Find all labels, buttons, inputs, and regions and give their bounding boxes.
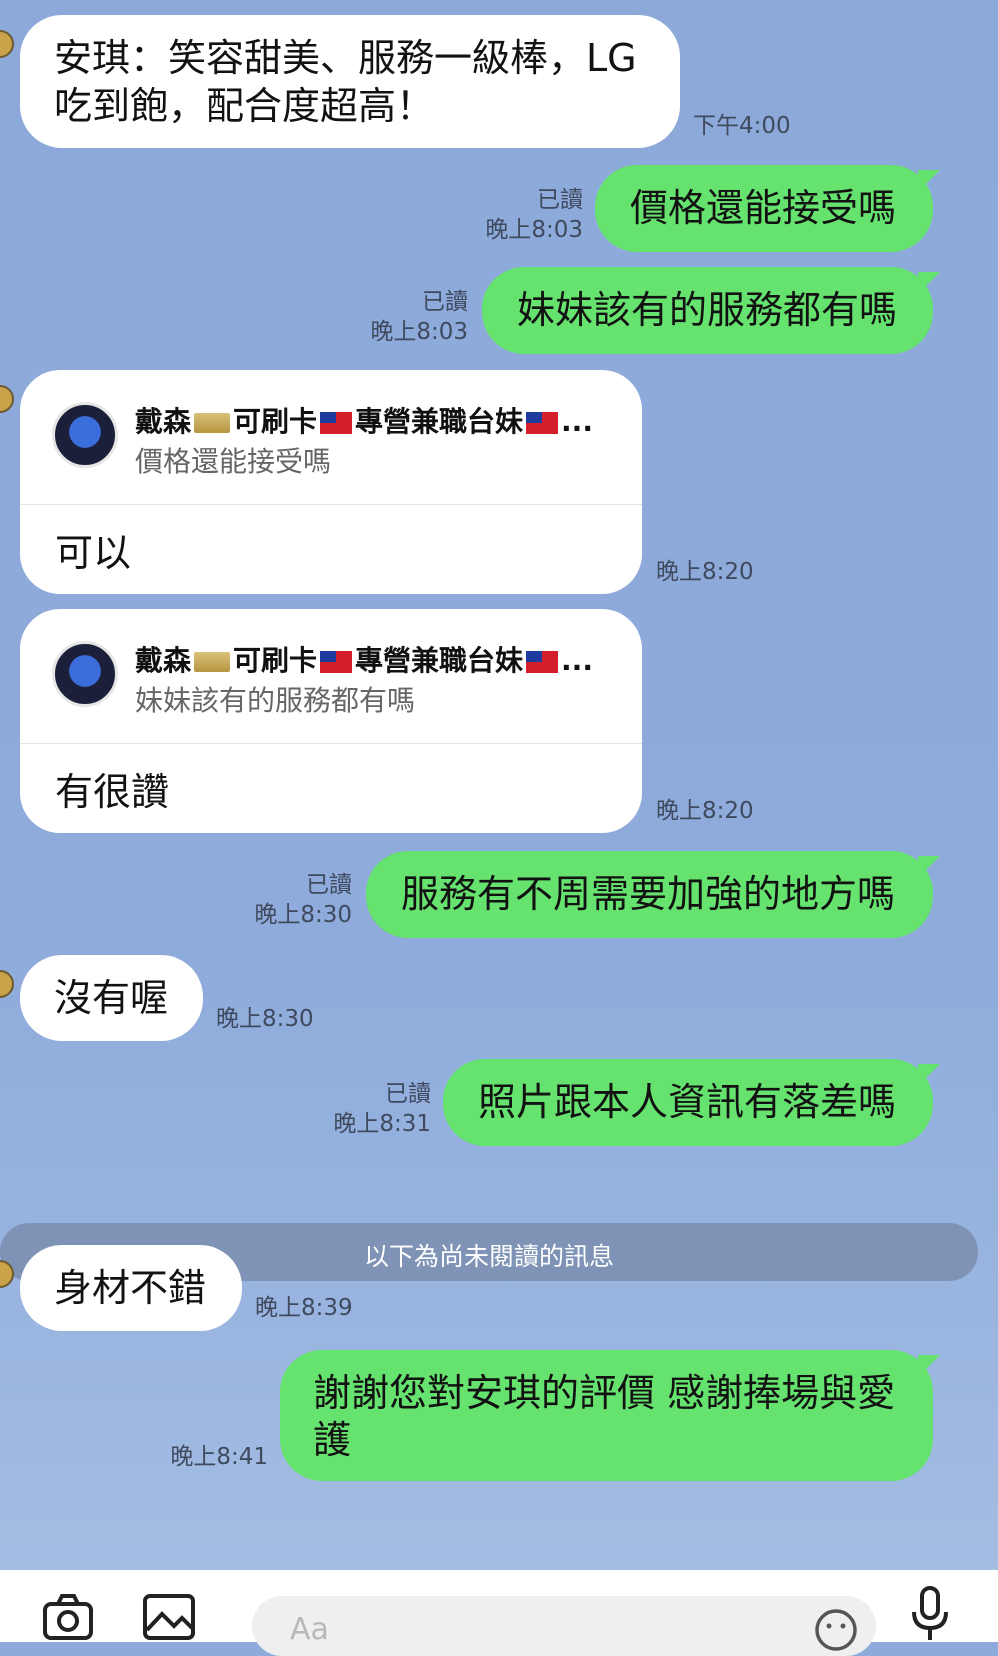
quoted-sender-avatar [52, 641, 118, 707]
message-text: 身材不錯 [54, 1266, 207, 1310]
quoted-message[interactable]: 戴森 可刷卡 專營兼職台妹... 妹妹該有的服務都有嗎 [20, 609, 642, 744]
quoted-sender-name: 戴森 可刷卡 專營兼職台妹... [135, 644, 593, 677]
credit-card-icon [194, 413, 231, 433]
chat-area[interactable]: 安琪：笑容甜美、服務一級棒，LG 吃到飽，配合度超高！ 下午4:00 已讀 晚上… [0, 0, 998, 1570]
quoted-message[interactable]: 戴森 可刷卡 專營兼職台妹... 價格還能接受嗎 [20, 370, 642, 505]
message-text: 沒有喔 [54, 976, 169, 1020]
read-receipt: 已讀 晚上8:30 [244, 871, 352, 931]
message-text-line: 吃到飽，配合度超高！ [54, 84, 435, 128]
message-text-line: 護 [313, 1418, 352, 1462]
credit-card-icon [194, 652, 231, 672]
message-text: 妹妹該有的服務都有嗎 [517, 288, 898, 332]
message-text: 有很讚 [55, 770, 170, 814]
message-text: 服務有不周需要加強的地方嗎 [401, 872, 896, 916]
incoming-bubble[interactable]: 身材不錯 [20, 1245, 242, 1331]
sender-avatar[interactable] [0, 30, 14, 58]
sender-avatar[interactable] [0, 385, 14, 413]
image-icon[interactable] [142, 1590, 196, 1646]
bubble-tail [918, 856, 940, 878]
camera-icon[interactable] [42, 1590, 94, 1646]
outgoing-bubble[interactable]: 謝謝您對安琪的評價 感謝捧場與愛 護 [280, 1350, 933, 1481]
incoming-bubble[interactable]: 安琪：笑容甜美、服務一級棒，LG 吃到飽，配合度超高！ [20, 15, 680, 148]
read-status: 已讀 [385, 1081, 431, 1107]
taiwan-flag-icon [320, 412, 353, 434]
quoted-text: 價格還能接受嗎 [135, 445, 332, 478]
read-receipt: 已讀 晚上8:31 [323, 1080, 431, 1140]
reply-bubble[interactable]: 戴森 可刷卡 專營兼職台妹... 價格還能接受嗎 可以 [20, 370, 642, 594]
message-time: 晚上8:30 [254, 901, 352, 928]
message-text: 可以 [55, 531, 132, 575]
outgoing-bubble[interactable]: 妹妹該有的服務都有嗎 [482, 267, 933, 354]
message-time: 晚上8:20 [656, 798, 754, 824]
message-text: 照片跟本人資訊有落差嗎 [478, 1080, 897, 1124]
quoted-text: 妹妹該有的服務都有嗎 [135, 684, 416, 717]
message-time: 晚上8:31 [333, 1110, 431, 1137]
taiwan-flag-icon [320, 651, 353, 673]
message-time: 晚上8:20 [656, 559, 754, 585]
bubble-tail [918, 272, 940, 294]
microphone-icon[interactable] [910, 1586, 950, 1646]
emoji-icon[interactable] [814, 1608, 858, 1656]
message-input[interactable]: Aa [252, 1596, 876, 1656]
outgoing-bubble[interactable]: 服務有不周需要加強的地方嗎 [366, 851, 933, 938]
message-time: 晚上8:03 [485, 216, 583, 243]
read-receipt: 已讀 晚上8:03 [475, 186, 583, 246]
read-receipt: 已讀 晚上8:03 [360, 288, 468, 348]
message-time: 晚上8:03 [370, 318, 468, 345]
input-bar: Aa [0, 1570, 998, 1656]
taiwan-flag-icon [526, 651, 559, 673]
taiwan-flag-icon [526, 412, 559, 434]
incoming-bubble[interactable]: 沒有喔 [20, 955, 203, 1041]
outgoing-bubble[interactable]: 照片跟本人資訊有落差嗎 [443, 1059, 933, 1146]
bubble-tail [918, 1064, 940, 1086]
message-text-line: 安琪：笑容甜美、服務一級棒，LG [54, 36, 637, 80]
message-text: 價格還能接受嗎 [630, 186, 897, 230]
outgoing-bubble[interactable]: 價格還能接受嗎 [595, 165, 933, 252]
bubble-tail [918, 170, 940, 192]
read-status: 已讀 [537, 187, 583, 213]
message-text-line: 謝謝您對安琪的評價 感謝捧場與愛 [313, 1371, 896, 1415]
message-time: 下午4:00 [693, 113, 791, 139]
reply-bubble[interactable]: 戴森 可刷卡 專營兼職台妹... 妹妹該有的服務都有嗎 有很讚 [20, 609, 642, 833]
bubble-tail [918, 1355, 940, 1377]
read-status: 已讀 [422, 289, 468, 315]
read-status: 已讀 [306, 872, 352, 898]
sender-avatar[interactable] [0, 970, 14, 998]
quoted-sender-name: 戴森 可刷卡 專營兼職台妹... [135, 405, 593, 438]
message-time: 晚上8:30 [216, 1006, 314, 1032]
quoted-sender-avatar [52, 402, 118, 468]
message-time: 晚上8:39 [255, 1295, 353, 1321]
message-time: 晚上8:41 [170, 1444, 268, 1470]
